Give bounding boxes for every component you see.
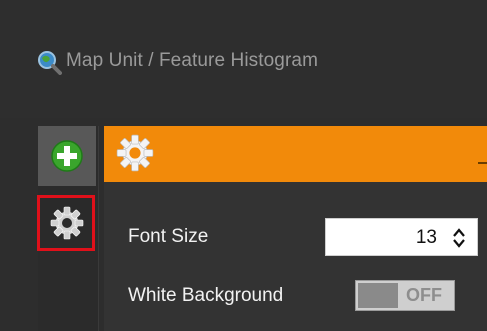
settings-header — [104, 126, 487, 182]
font-size-stepper[interactable]: 13 — [325, 218, 478, 256]
white-background-toggle[interactable]: OFF — [355, 280, 455, 311]
plus-circle-icon — [51, 140, 83, 172]
gear-icon — [116, 134, 154, 172]
font-size-value[interactable]: 13 — [416, 227, 437, 249]
magnifier-globe-icon — [36, 49, 62, 75]
settings-button[interactable] — [37, 195, 95, 251]
window-titlebar: Map Unit / Feature Histogram — [0, 0, 487, 118]
up-down-arrows-icon[interactable] — [452, 226, 466, 250]
add-button[interactable] — [38, 126, 96, 186]
pin-icon[interactable] — [478, 152, 487, 164]
white-background-label: White Background — [128, 285, 284, 306]
toggle-state-text: OFF — [406, 285, 442, 305]
window-title: Map Unit / Feature Histogram — [66, 50, 318, 71]
gear-icon — [50, 206, 84, 240]
font-size-label: Font Size — [128, 226, 209, 247]
toggle-knob[interactable] — [358, 283, 398, 308]
